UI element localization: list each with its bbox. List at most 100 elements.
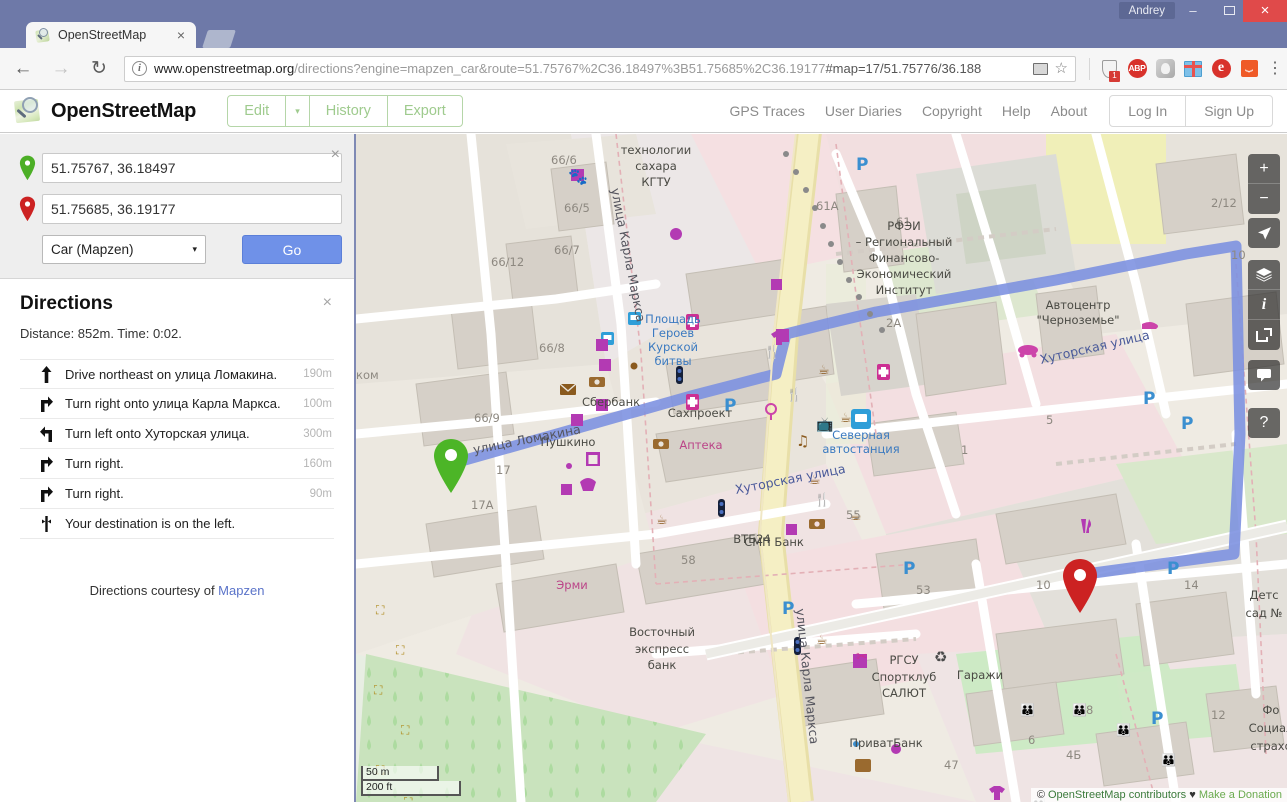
svg-text:Курской: Курской (648, 340, 698, 354)
osm-contributors-link[interactable]: OpenStreetMap contributors (1048, 789, 1186, 801)
svg-text:⛶: ⛶ (395, 643, 405, 657)
directions-step[interactable]: Turn right. 160m (20, 449, 334, 479)
directions-step[interactable]: Your destination is on the left. (20, 509, 334, 539)
svg-text:банк: банк (648, 658, 677, 672)
step-distance: 160m (303, 457, 332, 470)
edit-dropdown-caret-icon[interactable]: ▾ (286, 96, 310, 126)
routing-engine-select[interactable]: Car (Mapzen) ▾ (42, 235, 206, 264)
search-panel-close-icon[interactable]: × (331, 147, 340, 163)
end-location-input[interactable]: 51.75685, 36.19177 (42, 194, 342, 224)
openstreetmap-favicon-icon (35, 27, 51, 43)
map-tool-controls: i (1248, 260, 1280, 350)
help-button[interactable]: ? (1248, 408, 1280, 438)
step-distance: 300m (303, 427, 332, 440)
svg-text:Спортклуб: Спортклуб (872, 670, 937, 684)
svg-text:Героев: Героев (652, 326, 694, 340)
nav-user-diaries[interactable]: User Diaries (825, 103, 902, 119)
nav-about[interactable]: About (1051, 103, 1088, 119)
svg-text:P: P (856, 155, 868, 175)
window-maximize-button[interactable] (1211, 0, 1247, 22)
window-titlebar: Andrey – × (0, 0, 1287, 22)
svg-text:⛶: ⛶ (400, 723, 410, 737)
map-data-button[interactable]: i (1248, 290, 1280, 320)
window-close-button[interactable]: × (1243, 0, 1287, 22)
profile-button[interactable]: Andrey (1118, 2, 1175, 19)
svg-text:58: 58 (681, 553, 696, 567)
svg-text:Площадь: Площадь (645, 312, 701, 326)
nav-copyright[interactable]: Copyright (922, 103, 982, 119)
bookmark-star-icon[interactable]: ☆ (1052, 61, 1071, 76)
mapzen-link[interactable]: Mapzen (218, 583, 264, 598)
svg-text:автостанция: автостанция (822, 442, 899, 456)
directions-step[interactable]: Turn right onto улица Карла Маркса. 100m (20, 389, 334, 419)
svg-text:Пушкино: Пушкино (541, 435, 596, 449)
svg-text:P: P (903, 559, 915, 579)
reload-button[interactable]: ↻ (84, 54, 114, 84)
shield-icon[interactable]: 1 (1097, 57, 1121, 82)
svg-text:17: 17 (496, 463, 511, 477)
svg-text:66/6: 66/6 (551, 153, 577, 167)
svg-text:Сахпроект: Сахпроект (668, 406, 733, 420)
gift-icon[interactable] (1181, 57, 1205, 81)
attribution-heart-icon: ♥ (1186, 789, 1199, 801)
window-minimize-button[interactable]: – (1175, 0, 1211, 22)
make-donation-link[interactable]: Make a Donation (1199, 789, 1282, 801)
osm-logo[interactable]: OpenStreetMap (13, 97, 196, 125)
directions-close-icon[interactable]: × (323, 295, 332, 311)
layers-button[interactable] (1248, 260, 1280, 290)
route-start-row: 51.75767, 36.18497 (12, 153, 342, 183)
gray-square-icon[interactable] (1153, 57, 1177, 81)
svg-text:Фо: Фо (1263, 703, 1280, 717)
svg-text:♫: ♫ (796, 432, 809, 450)
svg-text:⛶: ⛶ (403, 795, 413, 802)
directions-step[interactable]: Turn right. 90m (20, 479, 334, 509)
cast-icon[interactable] (1032, 62, 1048, 75)
nav-gps-traces[interactable]: GPS Traces (729, 103, 804, 119)
sign-up-button[interactable]: Sign Up (1186, 96, 1272, 126)
add-note-button[interactable] (1248, 360, 1280, 390)
svg-text:66/7: 66/7 (554, 243, 580, 257)
destination-marker-icon (12, 196, 42, 222)
svg-text:Восточный: Восточный (629, 625, 695, 639)
tab-openstreetmap[interactable]: OpenStreetMap × (26, 22, 196, 48)
svg-text:🍴: 🍴 (814, 492, 830, 508)
address-bar[interactable]: i www.openstreetmap.org/directions?engin… (124, 55, 1076, 82)
export-button[interactable]: Export (388, 96, 462, 126)
directions-step[interactable]: Turn left onto Хуторская улица. 300m (20, 419, 334, 449)
svg-text:2/12: 2/12 (1211, 196, 1237, 210)
back-button[interactable]: ← (8, 54, 38, 84)
svg-text:1: 1 (961, 443, 968, 457)
edit-button[interactable]: Edit (228, 96, 287, 126)
share-button[interactable] (1248, 320, 1280, 350)
log-in-button[interactable]: Log In (1110, 96, 1187, 126)
shield-badge-count: 1 (1109, 70, 1120, 82)
new-tab-button[interactable] (202, 30, 236, 48)
destination-icon (31, 515, 61, 532)
site-info-icon[interactable]: i (132, 61, 147, 76)
svg-text:P: P (1167, 559, 1179, 579)
svg-text:Детс: Детс (1249, 588, 1278, 602)
orange-bag-icon[interactable] (1237, 57, 1261, 81)
zoom-out-button[interactable]: − (1248, 184, 1280, 214)
locate-button[interactable] (1248, 218, 1280, 248)
adblock-plus-icon[interactable]: ABP (1125, 57, 1149, 81)
nav-help[interactable]: Help (1002, 103, 1031, 119)
map-canvas[interactable]: P P P P P P P P 🍴 🍴 ☕ ☕ ☕ ☕ ☕ ☕ 🍴 ♻ 👪 👪 … (356, 134, 1287, 802)
osm-header: OpenStreetMap Edit ▾ History Export GPS … (0, 90, 1287, 133)
forward-button[interactable]: → (46, 54, 76, 84)
svg-text:КГТУ: КГТУ (641, 175, 670, 189)
start-marker-icon (12, 155, 42, 181)
browser-window: Andrey – × OpenStreetMap × ← → ↻ i www.o… (0, 0, 1287, 802)
svg-text:– Региональный: – Региональный (856, 235, 953, 249)
directions-step[interactable]: Drive northeast on улица Ломакина. 190m (20, 359, 334, 389)
svg-text:РГСУ: РГСУ (890, 653, 919, 667)
go-button[interactable]: Go (242, 235, 342, 264)
start-location-input[interactable]: 51.75767, 36.18497 (42, 153, 342, 183)
zoom-in-button[interactable]: + (1248, 154, 1280, 184)
svg-text:♻: ♻ (934, 648, 947, 666)
tab-close-icon[interactable]: × (172, 27, 190, 43)
history-button[interactable]: History (310, 96, 388, 126)
chrome-menu-icon[interactable]: ⋮ (1265, 57, 1285, 81)
directions-courtesy: Directions courtesy of Mapzen (20, 583, 334, 598)
red-e-icon[interactable]: e (1209, 57, 1233, 81)
